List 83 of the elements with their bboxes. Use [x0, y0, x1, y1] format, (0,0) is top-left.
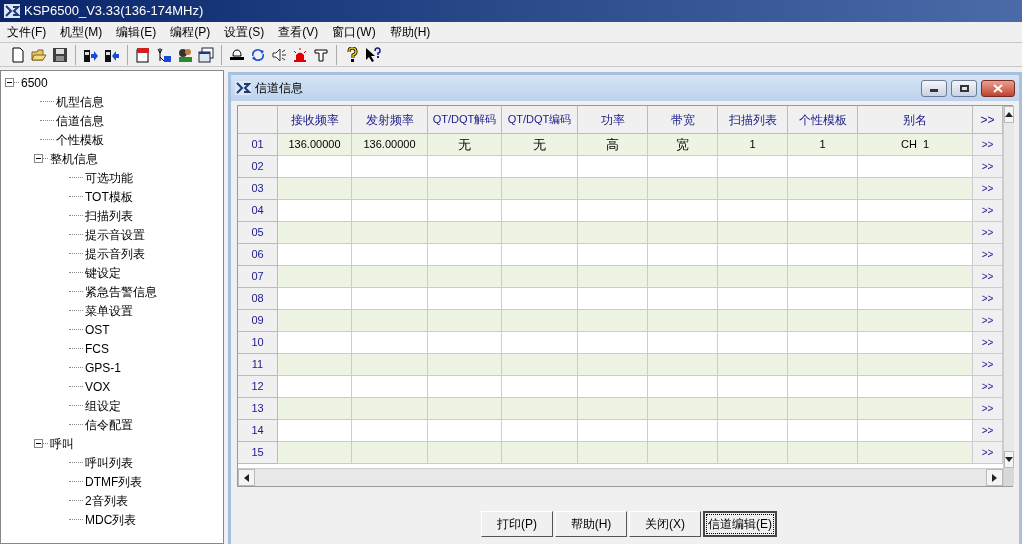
folder-icon[interactable] — [31, 46, 47, 63]
menu-item[interactable]: 查看(V) — [271, 22, 326, 42]
tree-item[interactable]: DTMF列表 — [85, 473, 143, 490]
scroll-up-button[interactable] — [1004, 106, 1014, 123]
window-title: KSP6500_V3.33(136-174MHz) — [24, 2, 204, 21]
tree-item[interactable]: 可选功能 — [85, 169, 133, 186]
tree-item[interactable]: 6500 — [21, 74, 48, 91]
menu-item[interactable]: 帮助(H) — [382, 22, 438, 42]
menu-item[interactable]: 设置(S) — [217, 22, 272, 42]
row-number[interactable]: 12 — [238, 376, 278, 398]
row-number[interactable]: 08 — [238, 288, 278, 310]
tree-item[interactable]: 提示音设置 — [85, 226, 145, 243]
speaker-icon[interactable] — [271, 46, 287, 63]
child-window-title: 信道信息 — [255, 80, 304, 97]
up-arrow-icon — [1005, 112, 1013, 117]
row-number[interactable]: 07 — [238, 266, 278, 288]
menu-item[interactable]: 机型(M) — [53, 22, 110, 42]
alarm-light-icon[interactable] — [292, 46, 308, 63]
row-number[interactable]: 15 — [238, 442, 278, 464]
row-number[interactable]: 04 — [238, 200, 278, 222]
tree-item[interactable]: 信道信息 — [56, 112, 104, 129]
minimize-button[interactable] — [921, 79, 947, 97]
tree-item[interactable]: 组设定 — [85, 397, 121, 414]
close-button[interactable] — [981, 79, 1015, 97]
menu-item[interactable]: 窗口(W) — [325, 22, 383, 42]
tree-item[interactable]: 扫描列表 — [85, 207, 133, 224]
tree-item[interactable]: OST — [85, 321, 110, 338]
dialog-button[interactable]: 帮助(H) — [555, 511, 627, 537]
tree-item[interactable]: 提示音列表 — [85, 245, 145, 262]
close-icon — [993, 83, 1003, 93]
antenna-icon[interactable] — [156, 46, 172, 63]
tree-item[interactable]: 呼叫列表 — [85, 454, 133, 471]
refresh-icon[interactable] — [250, 46, 266, 63]
notepad-icon[interactable] — [135, 46, 151, 63]
menu-item[interactable]: 编程(P) — [163, 22, 218, 42]
row-number[interactable]: 13 — [238, 398, 278, 420]
collapse-icon[interactable] — [34, 154, 43, 163]
row-number[interactable]: 06 — [238, 244, 278, 266]
tree-item[interactable]: 2音列表 — [85, 492, 128, 509]
scroll-right-button[interactable] — [986, 469, 1003, 486]
menu-item[interactable]: 文件(F) — [0, 22, 54, 42]
minimize-icon — [930, 88, 938, 92]
tree-item[interactable]: TOT模板 — [85, 188, 133, 205]
people-icon[interactable] — [177, 46, 193, 63]
tree-item[interactable]: GPS-1 — [85, 359, 121, 376]
restore-icon — [959, 84, 969, 92]
tree-item[interactable]: FCS — [85, 340, 109, 357]
tree-item[interactable]: 个性模板 — [56, 131, 104, 148]
row-number[interactable]: 14 — [238, 420, 278, 442]
pointer-help-icon[interactable] — [365, 46, 381, 63]
tree-item[interactable]: 信令配置 — [85, 416, 133, 433]
tree-item[interactable]: 整机信息 — [50, 150, 98, 167]
restore-button[interactable] — [951, 79, 977, 97]
tree-item[interactable]: MDC列表 — [85, 511, 137, 528]
app-logo-icon — [235, 81, 251, 95]
tree-item[interactable]: 紧急告警信息 — [85, 283, 157, 300]
left-arrow-icon — [244, 473, 249, 482]
row-number[interactable]: 01 — [238, 134, 278, 156]
row-number[interactable]: 11 — [238, 354, 278, 376]
document-icon[interactable] — [10, 46, 26, 63]
tree-item[interactable]: 菜单设置 — [85, 302, 133, 319]
collapse-icon[interactable] — [34, 439, 43, 448]
tree-item[interactable]: 键设定 — [85, 264, 121, 281]
menu-item[interactable]: 编辑(E) — [109, 22, 164, 42]
tree-item[interactable]: 机型信息 — [56, 93, 104, 110]
collapse-icon[interactable] — [5, 78, 14, 87]
scroll-down-button[interactable] — [1004, 451, 1014, 468]
right-arrow-icon — [992, 473, 997, 482]
row-number[interactable]: 05 — [238, 222, 278, 244]
dialog-button[interactable]: 信道编辑(E) — [703, 511, 777, 537]
dialog-button[interactable]: 关闭(X) — [629, 511, 701, 537]
tree-item[interactable]: 呼叫 — [50, 435, 74, 452]
row-number[interactable]: 03 — [238, 178, 278, 200]
row-number[interactable]: 02 — [238, 156, 278, 178]
dialog-button[interactable]: 打印(P) — [481, 511, 553, 537]
down-arrow-icon — [1005, 457, 1013, 462]
row-number[interactable]: 10 — [238, 332, 278, 354]
row-number[interactable]: 09 — [238, 310, 278, 332]
window-grid-icon[interactable] — [198, 46, 214, 63]
bell-icon[interactable] — [229, 46, 245, 63]
tree-item[interactable]: VOX — [85, 378, 111, 395]
app-logo-icon — [4, 4, 20, 18]
scroll-left-button[interactable] — [238, 469, 255, 486]
